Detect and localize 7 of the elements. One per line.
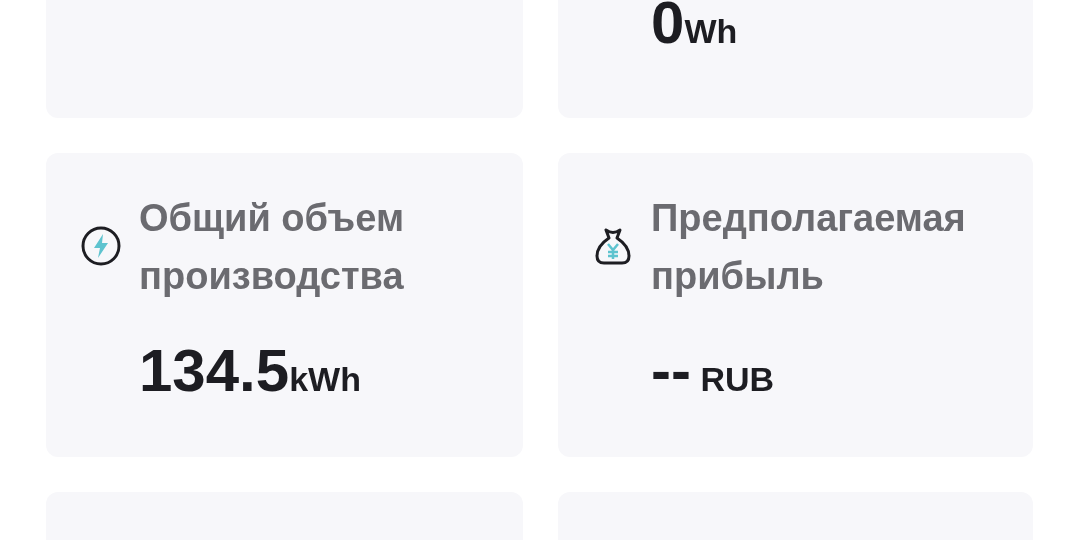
stat-title: Предполагаемая прибыль [651,196,967,299]
stat-title: Общий объем производства [139,196,405,299]
lightning-icon [81,226,121,266]
stat-value: 0Wh [651,0,738,58]
stat-value: --RUB [651,338,776,406]
stat-value: 134.5kWh [139,338,362,406]
money-bag-icon [593,226,633,266]
